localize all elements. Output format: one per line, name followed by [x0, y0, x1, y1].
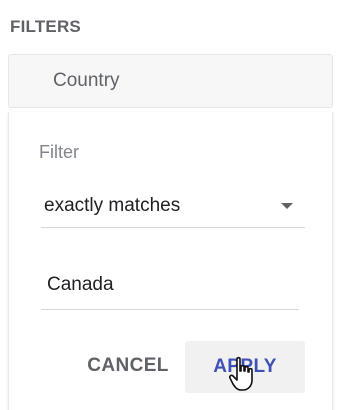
apply-button[interactable]: APPLY: [185, 341, 305, 393]
filters-panel: FILTERS Country Filter exactly matches C…: [0, 0, 340, 410]
filter-value-input[interactable]: Canada: [41, 262, 299, 310]
cancel-button[interactable]: CANCEL: [73, 340, 183, 392]
dropdown-caret-icon[interactable]: [281, 203, 293, 209]
filter-operator-value: exactly matches: [44, 195, 181, 216]
filter-operator-select[interactable]: exactly matches: [41, 184, 305, 228]
filters-heading: FILTERS: [10, 17, 81, 36]
dimension-chip-country[interactable]: Country: [8, 54, 333, 108]
filter-label: Filter: [39, 142, 79, 162]
filter-value-text: Canada: [47, 274, 114, 295]
filter-editor-card: Filter exactly matches Canada CANCEL APP…: [8, 112, 333, 410]
dimension-chip-label: Country: [53, 70, 120, 91]
